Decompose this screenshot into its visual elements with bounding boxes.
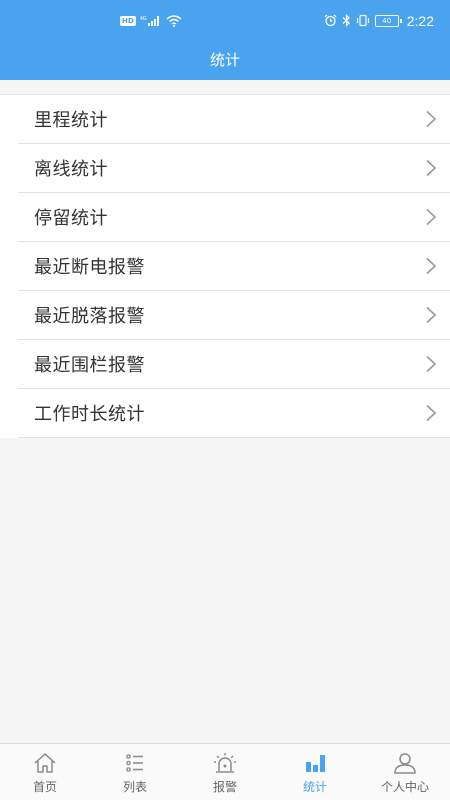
- nav-tab-profile[interactable]: 个人中心: [360, 744, 450, 800]
- menu-item-label: 停留统计: [34, 208, 108, 229]
- nav-tab-home[interactable]: 首页: [0, 744, 90, 800]
- nav-tab-label: 个人中心: [380, 780, 429, 794]
- chevron-right-icon: [426, 159, 437, 177]
- wifi-icon: [166, 12, 182, 31]
- nav-tab-label: 报警: [212, 780, 237, 794]
- nav-tab-list[interactable]: 列表: [90, 744, 180, 800]
- vibrate-icon: [356, 12, 370, 31]
- menu-item-offline-stats[interactable]: 离线统计: [18, 144, 450, 193]
- status-time: 2:22: [406, 13, 434, 29]
- menu-item-label: 最近断电报警: [34, 257, 145, 278]
- battery-cap: [399, 19, 402, 23]
- chevron-right-icon: [426, 355, 437, 373]
- cellular-signal-icon: 4G: [140, 12, 162, 31]
- status-right: 40 2:22: [324, 12, 434, 31]
- menu-item-work-duration-stats[interactable]: 工作时长统计: [18, 389, 450, 438]
- menu-item-label: 离线统计: [34, 159, 108, 180]
- status-bar: HD 4G 40 2:22: [0, 0, 450, 40]
- chevron-right-icon: [426, 306, 437, 324]
- menu-item-label: 工作时长统计: [34, 404, 145, 425]
- bottom-nav: 首页 列表 报警 统计 个人中心: [0, 743, 450, 800]
- bar-chart-icon: [302, 751, 328, 775]
- nav-tab-statistics[interactable]: 统计: [270, 744, 360, 800]
- menu-item-stay-stats[interactable]: 停留统计: [18, 193, 450, 242]
- bluetooth-icon: [342, 12, 351, 31]
- alarm-light-icon: [212, 751, 238, 775]
- home-icon: [32, 751, 58, 775]
- user-icon: [392, 751, 418, 775]
- battery-level: 40: [374, 15, 399, 27]
- page-title: 统计: [209, 50, 240, 69]
- statistics-menu-list: 里程统计 离线统计 停留统计 最近断电报警 最近脱落报警 最近围栏报警 工作时长…: [0, 94, 450, 438]
- menu-item-fence-alarm[interactable]: 最近围栏报警: [18, 340, 450, 389]
- battery-icon: 40: [374, 15, 402, 27]
- network-type-label: 4G: [140, 16, 147, 22]
- title-bar: 统计: [0, 40, 450, 80]
- chevron-right-icon: [426, 110, 437, 128]
- nav-tab-label: 首页: [32, 780, 57, 794]
- list-icon: [122, 751, 148, 775]
- menu-item-detach-alarm[interactable]: 最近脱落报警: [18, 291, 450, 340]
- chevron-right-icon: [426, 404, 437, 422]
- hd-badge: HD: [120, 16, 136, 26]
- nav-tab-label: 列表: [122, 780, 147, 794]
- header: HD 4G 40 2:22 统计: [0, 0, 450, 80]
- menu-item-label: 最近围栏报警: [34, 355, 145, 376]
- nav-tab-alarm[interactable]: 报警: [180, 744, 270, 800]
- menu-item-label: 里程统计: [34, 110, 108, 131]
- alarm-clock-icon: [324, 12, 337, 31]
- chevron-right-icon: [426, 257, 437, 275]
- app-root: HD 4G 40 2:22 统计 里程统计 离线统计 停留统计 最近断电报警 最…: [0, 0, 450, 800]
- menu-item-mileage-stats[interactable]: 里程统计: [18, 95, 450, 144]
- menu-item-label: 最近脱落报警: [34, 306, 145, 327]
- status-left: HD 4G: [120, 14, 182, 28]
- chevron-right-icon: [426, 208, 437, 226]
- menu-item-power-cut-alarm[interactable]: 最近断电报警: [18, 242, 450, 291]
- nav-tab-label: 统计: [302, 780, 327, 794]
